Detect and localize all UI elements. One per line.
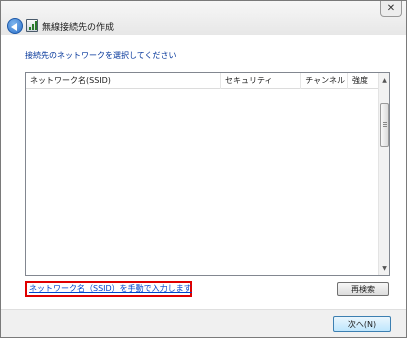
column-header-strength[interactable]: 強度 [348,73,380,89]
manual-ssid-entry-link[interactable]: ネットワーク名（SSID）を手動で入力します [25,281,192,297]
column-header-channel[interactable]: チャンネル [301,73,348,89]
title-bar: ✕ 無線接続先の作成 [1,1,406,35]
vertical-scrollbar[interactable]: ▲ ▼ [378,73,389,275]
dialog-footer: 次へ(N) [1,309,406,337]
list-header: ネットワーク名(SSID) セキュリティ チャンネル 強度 [26,73,380,89]
wireless-network-icon [26,19,38,32]
close-icon: ✕ [386,3,396,14]
column-header-ssid[interactable]: ネットワーク名(SSID) [26,73,221,89]
back-button[interactable] [7,18,23,34]
scroll-up-icon[interactable]: ▲ [380,75,389,85]
scroll-down-icon[interactable]: ▼ [380,263,389,273]
scroll-thumb[interactable] [380,103,389,147]
next-button[interactable]: 次へ(N) [333,316,391,332]
instruction-text: 接続先のネットワークを選択してください [25,51,177,60]
rescan-button[interactable]: 再検索 [337,282,389,296]
network-list[interactable]: ネットワーク名(SSID) セキュリティ チャンネル 強度 ▲ ▼ [25,72,390,276]
wireless-connection-dialog: ✕ 無線接続先の作成 接続先のネットワークを選択してください ネットワーク名(S… [0,0,407,338]
close-button[interactable]: ✕ [380,1,402,17]
column-header-security[interactable]: セキュリティ [221,73,301,89]
dialog-title: 無線接続先の作成 [42,23,115,33]
